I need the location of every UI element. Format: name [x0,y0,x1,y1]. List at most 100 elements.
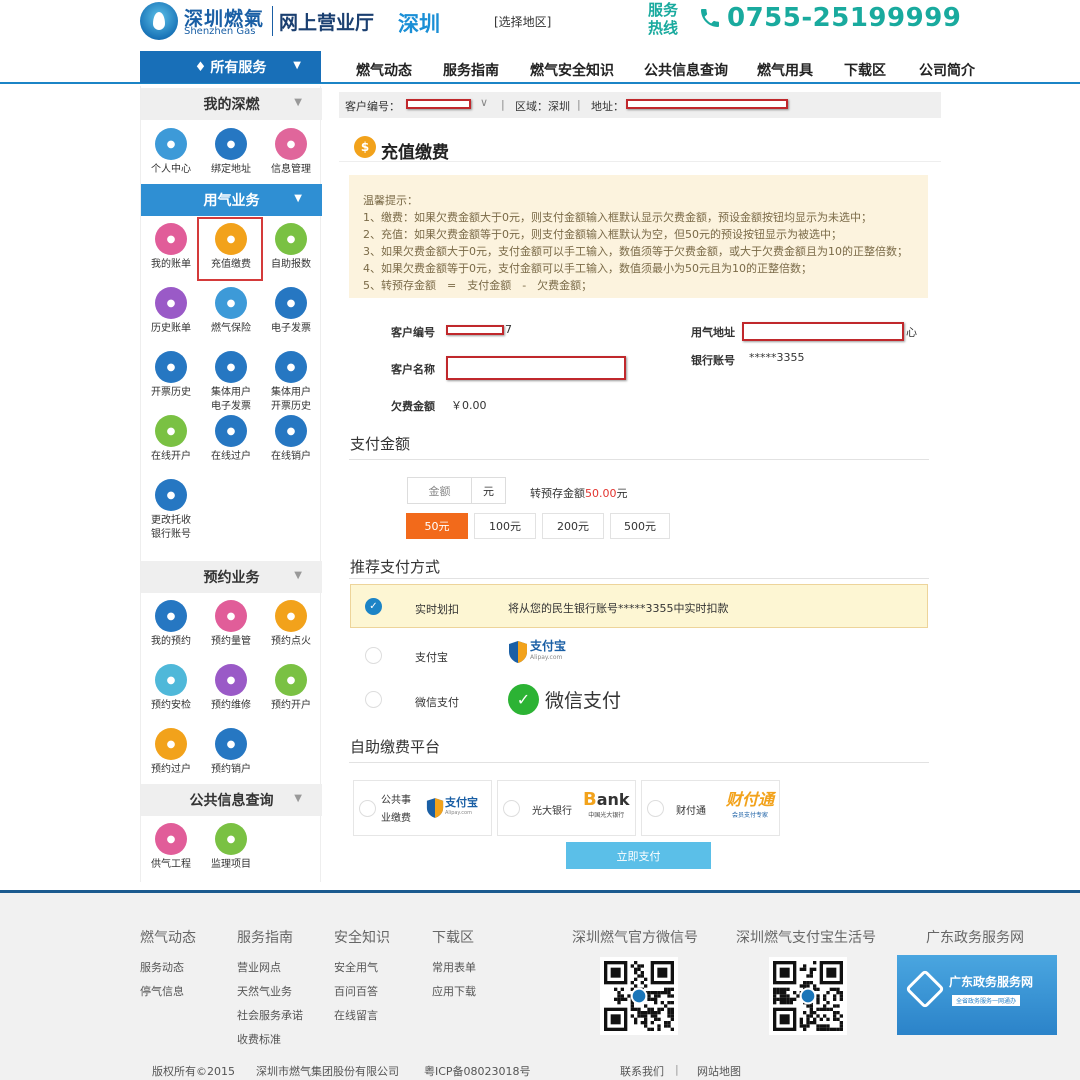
user-icon: ● [155,128,187,160]
footer-link[interactable]: 在线留言 [334,1007,378,1023]
footer-link[interactable]: 百问百答 [334,983,378,999]
payment-amount-title: 支付金额 [350,435,411,453]
sidebar-section-label: 我的深燃 [203,97,260,113]
sidebar-item-label: 燃气保险 [211,323,251,334]
sidebar-item[interactable]: ● 开票历史 [141,351,201,400]
amount-placeholder[interactable]: 金额 [408,478,472,503]
bank-account-value: *****3355 [749,351,805,364]
nav-item-service-guide[interactable]: 服务指南 [443,60,499,80]
footer-link[interactable]: 营业网点 [237,959,281,975]
footer-heading: 广东政务服务网 [926,930,1024,946]
sidebar-item[interactable]: ● 预约开户 [261,664,321,713]
footer-link[interactable]: 常用表单 [432,959,476,975]
footer-link[interactable]: 应用下载 [432,983,476,999]
sidebar-item[interactable]: ● 电子发票 [261,287,321,336]
current-city: 深圳 [398,12,440,36]
footer-link[interactable]: 社会服务承诺 [237,1007,303,1023]
sidebar-item[interactable]: ● 供气工程 [141,823,201,872]
select-region-link[interactable]: [选择地区] [494,13,551,30]
sidebar-item[interactable]: ● 集体用户 电子发票 [201,351,261,414]
title-divider [339,161,941,162]
platform-ceb-label: 光大银行 [532,806,572,817]
sidebar-item[interactable]: ● 在线开户 [141,415,201,464]
platform-tenpay[interactable]: 财付通 财付通 会员支付专家 [641,780,780,836]
user-cancel-icon: ● [215,728,247,760]
sidebar-item[interactable]: ● 我的预约 [141,600,201,649]
sidebar-item[interactable]: ● 历史账单 [141,287,201,336]
ceb-logo-sub: 中国光大银行 [588,812,625,819]
gov-banner-sub: 全省政务服务一网通办 [952,995,1021,1006]
fire-icon: ♦ [194,59,207,75]
meter-icon: ● [275,223,307,255]
preset-200-button[interactable]: 200元 [542,513,604,539]
radio-platform-alipay[interactable] [359,800,376,817]
sidebar-item[interactable]: ● 预约安检 [141,664,201,713]
sidebar-item[interactable]: ● 在线销户 [261,415,321,464]
footer-link[interactable]: 天然气业务 [237,983,292,999]
method-realtime-row[interactable]: ✓ 实时划扣 将从您的民生银行账号*****3355中实时扣款 [350,584,928,628]
method-wechat-row[interactable]: 微信支付 ✓ 微信支付 [350,678,928,722]
sidebar-item[interactable]: ● 我的账单 [141,223,201,272]
sidebar-item[interactable]: ● 绑定地址 [201,128,261,177]
sidebar-item[interactable]: ● 监理项目 [201,823,261,872]
sidebar-item[interactable]: ● 燃气保险 [201,287,261,336]
footer-link[interactable]: 收费标准 [237,1031,281,1047]
check-icon[interactable]: ✓ [365,598,382,615]
footer-link[interactable]: 停气信息 [140,983,184,999]
footer: 燃气动态 服务动态 停气信息 服务指南 营业网点 天然气业务 社会服务承诺 收费… [0,890,1080,1080]
company-name: 深圳市燃气集团股份有限公司 [256,1065,399,1078]
sidebar-item[interactable]: ● 在线过户 [201,415,261,464]
preset-100-button[interactable]: 100元 [474,513,536,539]
radio-wechat[interactable] [365,691,382,708]
all-services-button[interactable]: ♦ 所有服务 ▼ [140,51,321,83]
footer-link[interactable]: 服务动态 [140,959,184,975]
sidebar-item-label: 预约维修 [211,700,251,711]
preset-500-button[interactable]: 500元 [610,513,670,539]
nav-item-gas-news[interactable]: 燃气动态 [356,60,412,80]
sitemap-link[interactable]: 网站地图 [697,1063,741,1079]
nav-item-downloads[interactable]: 下载区 [844,60,886,80]
pay-now-button[interactable]: 立即支付 [566,842,711,869]
sidebar-item[interactable]: ● 更改托收 银行账号 [141,479,201,542]
sidebar-section-my[interactable]: 我的深燃 ▼ [141,88,322,120]
sidebar-item[interactable]: ● 自助报数 [261,223,321,272]
method-alipay-row[interactable]: 支付宝 支付宝 Alipay.com [350,634,928,678]
notice-line: 5、转预存金额 = 支付金额 - 欠费金额； [363,279,593,292]
sidebar-section-gas[interactable]: 用气业务 ▼ [141,184,322,216]
sidebar-item[interactable]: ● 信息管理 [261,128,321,177]
sidebar-item[interactable]: ● 预约维修 [201,664,261,713]
sidebar-section-public[interactable]: 公共信息查询 ▼ [141,784,322,816]
bill-icon: ● [155,223,187,255]
platform-ceb-bank[interactable]: 光大银行 Bank 中国光大银行 [497,780,636,836]
amount-input[interactable]: 金额 元 [407,477,506,504]
gov-service-banner[interactable]: 广东政务服务网 全省政务服务一网通办 [897,955,1057,1035]
platform-public-utility[interactable]: 公共事 业缴费 支付宝 Alipay.com [353,780,492,836]
logo-divider [272,6,273,36]
method-wechat-label: 微信支付 [415,696,459,709]
preset-50-button[interactable]: 50元 [406,513,468,539]
sidebar-item[interactable]: ● 预约点火 [261,600,321,649]
sidebar-section-label: 公共信息查询 [189,793,274,809]
sidebar-item[interactable]: ● 预约销户 [201,728,261,777]
alipay-logo-text: 支付宝 [530,639,567,653]
nav-item-appliances[interactable]: 燃气用具 [757,60,813,80]
gov-banner-title: 广东政务服务网 [949,975,1034,989]
clock-icon: ● [275,351,307,383]
contact-link[interactable]: 联系我们 [620,1063,664,1079]
redacted-customer-name [446,356,626,380]
sidebar-item[interactable]: ● 预约过户 [141,728,201,777]
customer-dropdown-chevron-icon[interactable]: ∨ [480,96,488,109]
nav-item-about[interactable]: 公司简介 [919,60,975,80]
footer-link[interactable]: 安全用气 [334,959,378,975]
radio-alipay[interactable] [365,647,382,664]
nav-item-public-info[interactable]: 公共信息查询 [644,60,728,80]
notice-line: 1、缴费：如果欠费金额大于0元，则支付金额输入框默认显示欠费金额，预设金额按钮均… [363,211,872,224]
sidebar-item[interactable]: ● 个人中心 [141,128,201,177]
nav-item-safety[interactable]: 燃气安全知识 [530,60,614,80]
radio-platform-tenpay[interactable] [647,800,664,817]
sidebar-section-appointment[interactable]: 预约业务 ▼ [141,561,322,593]
sidebar-item[interactable]: ● 集体用户 开票历史 [261,351,321,414]
sidebar-item[interactable]: ● 预约量管 [201,600,261,649]
radio-platform-ceb[interactable] [503,800,520,817]
cancel-icon: ● [275,415,307,447]
